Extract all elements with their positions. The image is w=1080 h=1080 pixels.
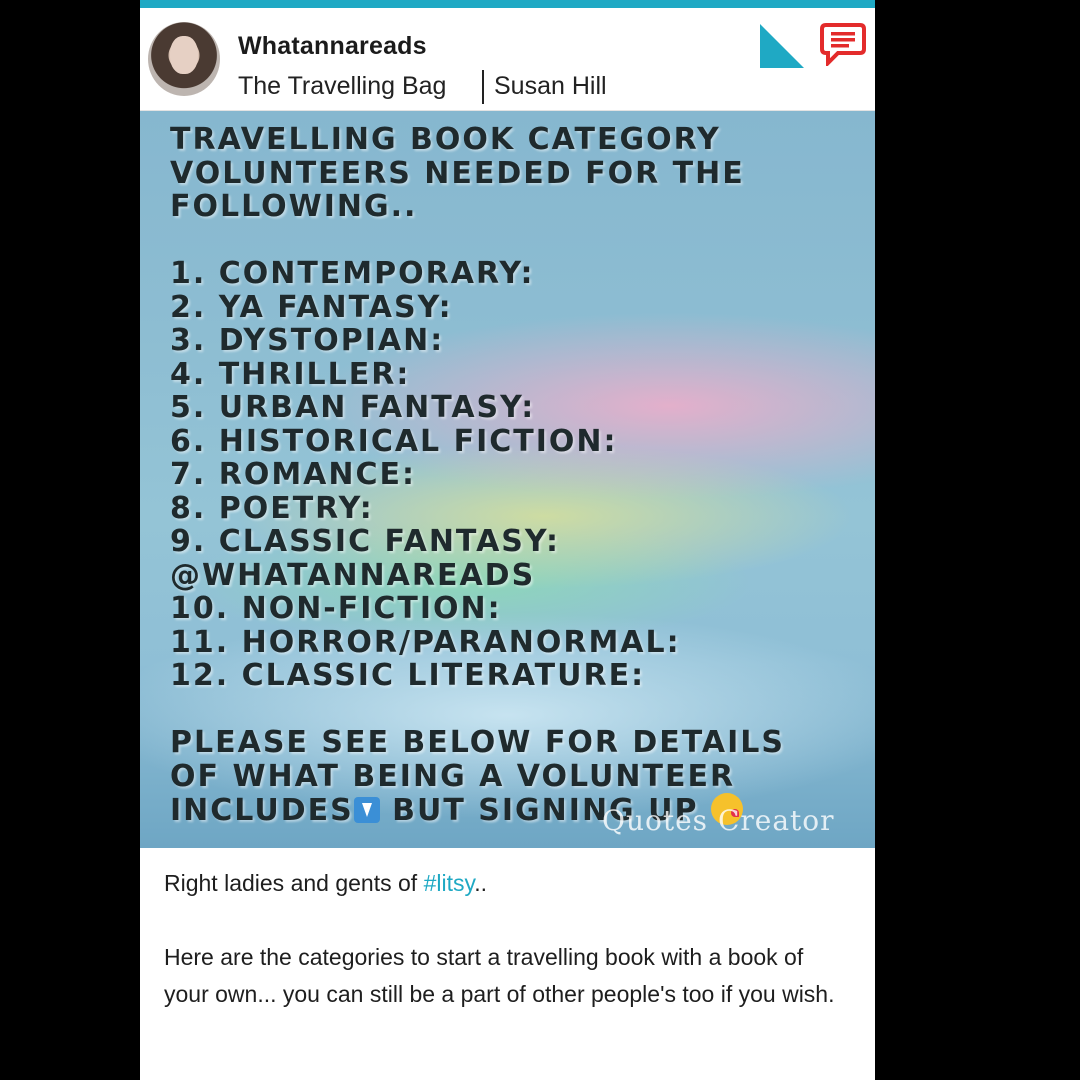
poster-line: 6. HISTORICAL FICTION: — [170, 423, 618, 459]
blurb-type-icon[interactable] — [758, 22, 806, 70]
poster-line: 11. HORROR/PARANORMAL: — [170, 624, 681, 660]
poster-line: @WHATANNAREADS — [170, 557, 536, 593]
down-arrow-emoji-icon — [353, 797, 380, 823]
hashtag-link[interactable]: #litsy — [424, 870, 475, 896]
poster-line: 12. CLASSIC LITERATURE: — [170, 658, 646, 693]
poster-line: OF WHAT BEING A VOLUNTEER — [170, 758, 736, 794]
post-image[interactable]: TRAVELLING BOOK CATEGORY VOLUNTEERS NEEDE… — [140, 111, 875, 848]
poster-line: PLEASE SEE BELOW FOR DETAILS — [170, 725, 786, 760]
comment-icon[interactable] — [820, 22, 866, 66]
poster-text: TRAVELLING BOOK CATEGORY VOLUNTEERS NEEDE… — [170, 123, 860, 827]
poster-line: 9. CLASSIC FANTASY: — [170, 524, 561, 559]
poster-line: 8. POETRY: — [170, 490, 374, 526]
poster-line: 7. ROMANCE: — [170, 457, 417, 492]
caption-paragraph-2: Here are the categories to start a trave… — [164, 944, 835, 1007]
poster-line: TRAVELLING BOOK CATEGORY — [170, 122, 721, 157]
poster-line: 5. URBAN FANTASY: — [170, 390, 536, 425]
poster-line: 10. NON-FICTION: — [170, 591, 502, 626]
poster-line: 2. YA FANTASY: — [170, 289, 453, 325]
poster-line: VOLUNTEERS NEEDED FOR THE — [170, 155, 745, 191]
post-caption: Right ladies and gents of #litsy.. Here … — [164, 865, 854, 1013]
post-header: Whatannareads The Travelling Bag Susan H… — [140, 8, 875, 111]
book-author[interactable]: Susan Hill — [494, 72, 607, 101]
title-author-divider — [482, 70, 484, 104]
caption-line-1: Right ladies and gents of #litsy.. — [164, 865, 854, 902]
poster-line — [170, 224, 860, 258]
watermark: Quotes Creator — [602, 804, 835, 837]
poster-line: FOLLOWING.. — [170, 189, 418, 224]
poster-line: 1. CONTEMPORARY: — [170, 256, 535, 291]
post-card: Whatannareads The Travelling Bag Susan H… — [140, 0, 875, 1080]
top-accent-bar — [140, 0, 875, 8]
avatar[interactable] — [148, 22, 220, 96]
caption-text: .. — [474, 870, 488, 896]
poster-line — [170, 693, 860, 727]
username[interactable]: Whatannareads — [238, 32, 427, 61]
poster-text: INCLUDES — [170, 793, 354, 828]
poster-line: 3. DYSTOPIAN: — [170, 323, 445, 358]
poster-line: 4. THRILLER: — [170, 356, 411, 392]
book-title[interactable]: The Travelling Bag — [238, 72, 446, 101]
caption-text: Right ladies and gents of — [164, 870, 424, 896]
